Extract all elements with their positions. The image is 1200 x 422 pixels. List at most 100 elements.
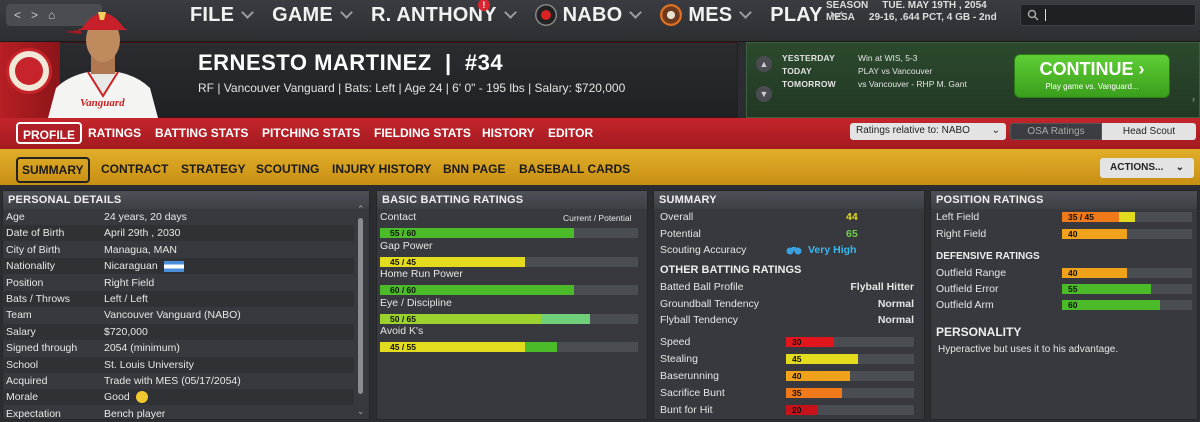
detail-value: Vancouver Vanguard (NABO): [104, 309, 241, 322]
rating-label: Avoid K's: [380, 325, 424, 337]
speed-rating-label: Stealing: [660, 353, 698, 365]
scrollbar[interactable]: ⌃ ⌄: [356, 204, 366, 418]
tab-profile[interactable]: PROFILE: [16, 122, 83, 144]
search-input[interactable]: [1020, 4, 1196, 26]
position-label: Outfield Range: [936, 267, 1007, 279]
rating-label: Contact: [380, 211, 417, 223]
tab-editor[interactable]: EDITOR: [548, 126, 593, 140]
tab-history[interactable]: HISTORY: [482, 126, 535, 140]
schedule-value: Win at WIS, 5-3: [858, 53, 918, 63]
title-separator: |: [444, 50, 452, 75]
tab-ratings[interactable]: RATINGS: [88, 126, 141, 140]
chevron-down-icon[interactable]: ▼: [756, 86, 772, 102]
detail-label: School: [6, 358, 39, 371]
position-label: Left Field: [936, 211, 980, 223]
detail-row: City of Birth Managua, MAN: [2, 242, 354, 258]
detail-value: Left / Left: [104, 293, 148, 305]
tab-injury-history[interactable]: INJURY HISTORY: [332, 162, 431, 176]
detail-value: Managua, MAN: [104, 243, 177, 256]
detail-label: Acquired: [6, 375, 48, 387]
head-scout-toggle[interactable]: Head Scout: [1102, 123, 1196, 140]
speed-rating-label: Sacrifice Bunt: [660, 387, 725, 399]
detail-row: Date of Birth April 29th , 2030: [2, 225, 354, 242]
scouting-accuracy-value: Very High: [808, 244, 857, 256]
top-bar: < > ⌂ FILE GAME R. ANTHONY! NABO MES PLA…: [0, 0, 1200, 42]
chevron-down-icon: [241, 5, 255, 19]
player-name: ERNESTO MARTINEZ: [198, 50, 432, 75]
chevron-up-icon[interactable]: ⌃: [357, 204, 365, 215]
detail-row: School St. Louis University: [2, 356, 354, 373]
tab-scouting[interactable]: SCOUTING: [256, 162, 319, 176]
menu-team[interactable]: MES: [660, 3, 756, 27]
league-logo-icon: [534, 4, 557, 26]
chevron-down-icon[interactable]: ⌄: [357, 406, 365, 417]
detail-row: Nationality Nicaraguan: [2, 258, 354, 275]
binoculars-icon: [786, 247, 802, 255]
rating-value: 60 / 60: [390, 285, 416, 295]
player-portrait: Vanguard: [48, 12, 158, 118]
player-info: RF | Vancouver Vanguard | Bats: Left | A…: [198, 81, 626, 95]
continue-button[interactable]: CONTINUE › Play game vs. Vanguard...: [1014, 54, 1170, 98]
rating-value: 40: [1068, 229, 1078, 239]
rating-value: 45 / 45: [390, 256, 416, 267]
detail-value: Nicaraguan: [104, 260, 158, 273]
detail-label: Team: [6, 309, 32, 322]
detail-row: Age 24 years, 20 days: [2, 209, 354, 225]
tab-baseball-cards[interactable]: BASEBALL CARDS: [519, 162, 630, 176]
tab-pitching-stats[interactable]: PITCHING STATS: [262, 126, 360, 140]
chevron-down-icon: [503, 5, 517, 19]
rating-label: Eye / Discipline: [380, 296, 452, 309]
season-info: SEASON TUE. MAY 19TH , 2054 MESA 29-16, .6…: [826, 0, 997, 24]
other-rating-value: Flyball Hitter: [850, 281, 914, 293]
rating-value: 40: [792, 371, 802, 381]
chevron-up-icon[interactable]: ▲: [756, 56, 772, 72]
other-rating-value: Normal: [877, 297, 914, 310]
rating-value: 35: [792, 388, 802, 398]
menu-league[interactable]: NABO: [534, 3, 647, 27]
season-record: 29-16, .644 PCT, 4 GB - 2nd: [868, 12, 997, 23]
player-number: #34: [464, 50, 504, 75]
tab-summary[interactable]: SUMMARY: [16, 157, 90, 183]
tab-bnn-page[interactable]: BNN PAGE: [443, 162, 505, 176]
detail-row: Acquired Trade with MES (05/17/2054): [2, 373, 354, 389]
chevron-right-icon[interactable]: ›: [1192, 94, 1200, 108]
defensive-ratings-title: DEFENSIVE RATINGS: [936, 251, 1040, 262]
detail-value: Right Field: [104, 276, 155, 289]
other-rating-label: Batted Ball Profile: [660, 281, 744, 293]
tab-fielding-stats[interactable]: FIELDING STATS: [374, 126, 471, 140]
menu-file[interactable]: FILE: [190, 3, 258, 27]
forward-icon[interactable]: >: [31, 8, 38, 22]
tab-contract[interactable]: CONTRACT: [101, 162, 168, 176]
tab-strategy[interactable]: STRATEGY: [181, 162, 245, 176]
rating-value: 50 / 65: [390, 313, 416, 324]
panel-title: PERSONAL DETAILS: [3, 191, 369, 209]
chevron-down-icon: [629, 5, 643, 19]
other-batting-title: OTHER BATTING RATINGS: [660, 264, 802, 276]
smiley-icon: [136, 391, 148, 404]
detail-row: Morale Good: [2, 389, 354, 406]
back-icon[interactable]: <: [14, 8, 21, 22]
potential-value: 65: [846, 228, 858, 240]
personality-title: PERSONALITY: [936, 325, 1022, 339]
rating-value: 55 / 60: [390, 228, 416, 238]
detail-value: Bench player: [104, 407, 166, 420]
schedule-value: vs Vancouver - RHP M. Gant: [858, 79, 967, 89]
menu-manager[interactable]: R. ANTHONY!: [371, 0, 521, 27]
detail-row: Signed through 2054 (minimum): [2, 340, 354, 356]
ratings-relative-select[interactable]: Ratings relative to: NABO ⌄: [850, 123, 1006, 140]
rating-value: 55: [1068, 284, 1078, 294]
position-label: Right Field: [936, 228, 987, 240]
season-team: MESA: [826, 12, 855, 23]
rating-label: Home Run Power: [380, 268, 463, 280]
other-rating-value: Normal: [877, 314, 914, 326]
position-label: Outfield Arm: [936, 299, 994, 311]
detail-label: Signed through: [6, 342, 78, 355]
osa-ratings-toggle[interactable]: OSA Ratings: [1010, 123, 1102, 140]
scrollbar-thumb[interactable]: [358, 218, 363, 394]
menu-game[interactable]: GAME: [272, 3, 357, 27]
chevron-down-icon: ⌄: [1175, 162, 1184, 173]
tab-batting-stats[interactable]: BATTING STATS: [155, 126, 248, 140]
player-title: ERNESTO MARTINEZ | #34: [198, 50, 503, 76]
actions-dropdown[interactable]: ACTIONS... ⌄: [1100, 158, 1194, 178]
detail-value: Good: [104, 391, 130, 404]
